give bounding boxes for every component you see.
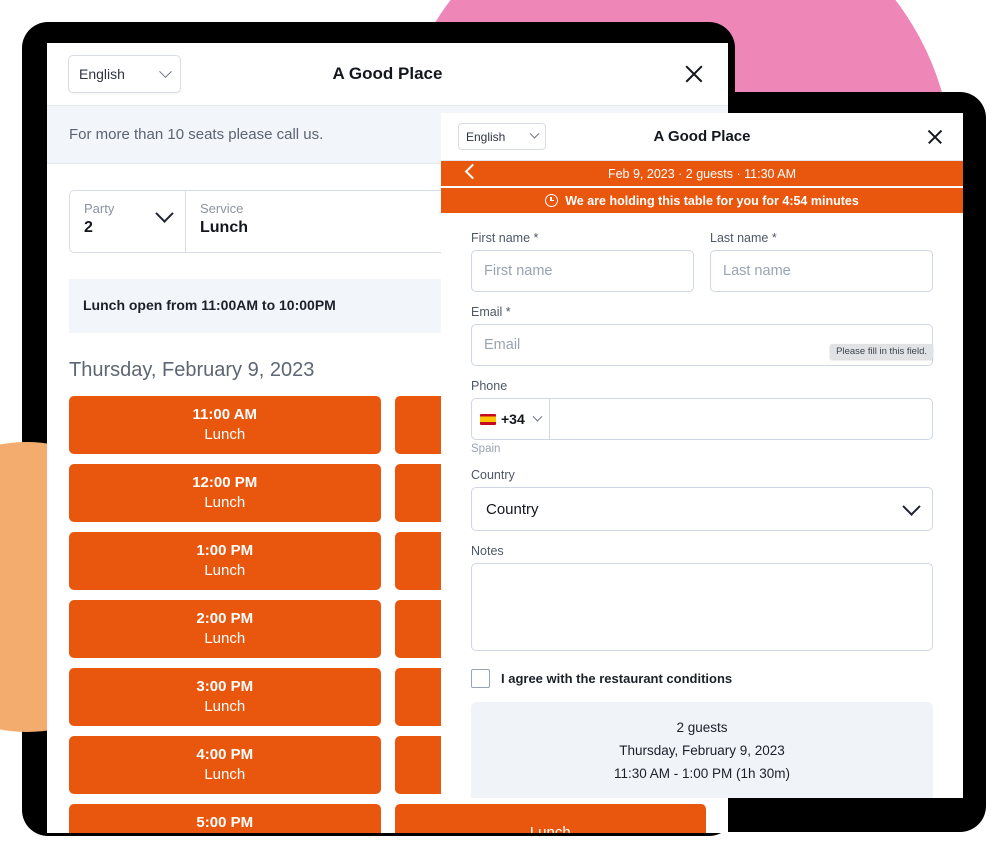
country-select-value: Country [486,500,539,518]
phone-group: Phone +34 Spain [471,379,933,455]
time-slot-service: Lunch [204,426,246,443]
time-slot[interactable]: 5:00 PM Lunch [69,804,381,833]
close-icon[interactable] [925,127,945,147]
time-slot[interactable]: Lunch [394,804,706,833]
time-slot-service: Lunch [204,630,246,647]
agree-conditions-row: I agree with the restaurant conditions [471,669,933,688]
time-slot-service: Lunch [529,824,571,833]
last-name-label: Last name * [710,231,777,245]
notes-textarea[interactable] [471,563,933,651]
notes-label: Notes [471,544,504,558]
service-selector-label: Service [200,201,244,216]
time-slot[interactable]: 12:00 PM Lunch [69,464,381,522]
chevron-down-icon [155,204,174,223]
clock-icon [545,194,559,207]
language-select[interactable]: English [68,55,181,93]
service-selector-value: Lunch [200,219,248,236]
reservation-modal: English A Good Place Feb 9, 2023 · 2 gue… [441,113,963,798]
recap-guests: 2 guests [676,720,728,735]
chevron-down-icon [532,411,543,422]
country-group: Country Country [471,468,933,531]
party-selector-value: 2 [84,219,93,236]
phone-number-input[interactable] [549,398,933,440]
party-selector[interactable]: Party 2 [70,191,186,252]
reservation-form: First name * Last name * Email * Please … [441,213,963,798]
time-slot-service: Lunch [204,766,246,783]
time-slot[interactable]: 2:00 PM Lunch [69,600,381,658]
chevron-down-icon [159,64,172,78]
time-slot[interactable]: 4:00 PM Lunch [69,736,381,794]
agree-conditions-label: I agree with the restaurant conditions [501,671,733,686]
time-slot[interactable]: 1:00 PM Lunch [69,532,381,590]
validation-tooltip: Please fill in this field. [830,344,933,359]
email-label: Email * [471,305,511,319]
time-slot-time: 1:00 PM [196,542,254,559]
time-slot-service: Lunch [204,698,246,715]
time-slot-time: 12:00 PM [192,474,258,491]
reservation-summary-text: Feb 9, 2023 · 2 guests · 11:30 AM [607,166,797,181]
party-selector-label: Party [84,201,115,216]
phone-label: Phone [471,379,508,393]
phone-country-code-select[interactable]: +34 [471,398,549,440]
time-slot-time: 5:00 PM [196,814,254,831]
time-slot[interactable]: 11:00 AM Lunch [69,396,381,454]
time-slot-time: 3:00 PM [196,678,254,695]
time-slot-service: Lunch [204,562,246,579]
booking-window-topbar: English A Good Place [47,43,728,106]
hold-timer-text: We are holding this table for you for 4:… [565,193,859,208]
hold-timer-bar: We are holding this table for you for 4:… [441,188,963,213]
flag-spain-icon [480,413,496,425]
first-name-input[interactable] [471,250,694,292]
first-name-label: First name * [471,231,539,245]
time-slot-time: 2:00 PM [196,610,254,627]
time-slot-time: 11:00 AM [192,406,257,423]
modal-title: A Good Place [653,128,751,145]
time-slot[interactable]: 3:00 PM Lunch [69,668,381,726]
close-icon[interactable] [682,62,706,86]
notes-group: Notes [471,544,933,656]
last-name-input[interactable] [710,250,933,292]
modal-topbar: English A Good Place [441,113,963,161]
recap-date: Thursday, February 9, 2023 [619,743,785,758]
chevron-down-icon [902,496,921,516]
language-select-value: English [79,66,125,82]
screenshot-stage: English A Good Place For more than 10 se… [0,0,998,850]
time-slot-time: 4:00 PM [196,746,254,763]
phone-dial-code: +34 [501,411,525,427]
recap-time: 11:30 AM - 1:00 PM (1h 30m) [613,766,791,781]
time-slot-service: Lunch [204,494,246,511]
country-select[interactable]: Country [471,487,933,531]
reservation-summary-bar: Feb 9, 2023 · 2 guests · 11:30 AM [441,161,963,186]
service-selector[interactable]: Service Lunch [186,191,474,252]
agree-conditions-checkbox[interactable] [471,669,490,688]
name-fields-row: First name * Last name * [471,231,933,292]
reservation-recap: 2 guests Thursday, February 9, 2023 11:3… [471,702,933,798]
first-name-group: First name * [471,231,694,292]
last-name-group: Last name * [710,231,933,292]
phone-country-hint: Spain [471,443,501,455]
phone-row: +34 [471,398,933,440]
chevron-left-icon[interactable] [464,163,481,180]
country-label: Country [471,468,515,482]
